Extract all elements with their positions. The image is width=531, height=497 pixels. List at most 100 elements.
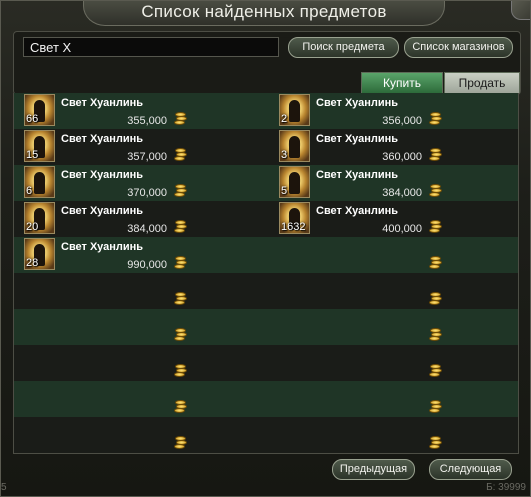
item-icon: 66 — [24, 94, 55, 126]
coin-piece — [430, 400, 441, 405]
listing-row: 20 Свет Хуанлинь 384,000 1632 Свет Хуанлинь 4… — [14, 201, 518, 237]
shops-list-button[interactable]: Список магазинов — [404, 37, 513, 58]
item-quantity: 1632 — [281, 221, 306, 233]
item-quantity: 20 — [26, 221, 39, 233]
gold-coin-icon — [429, 292, 442, 306]
item-name: Свет Хуанлинь — [61, 133, 144, 145]
listing-row: 6 Свет Хуанлинь 370,000 5 Свет Хуанлинь 384,0… — [14, 165, 518, 201]
coin-piece — [430, 436, 441, 441]
gold-coin-icon — [174, 148, 187, 162]
listing-row — [14, 309, 518, 345]
listing-cell — [269, 381, 518, 417]
gold-coin-icon — [174, 436, 187, 450]
item-icon: 28 — [24, 238, 55, 270]
item-name: Свет Хуанлинь — [61, 205, 144, 217]
item-name: Свет Хуанлинь — [61, 169, 144, 181]
footer-right-text: Б: 39999 — [486, 482, 526, 493]
footer-left-text: 5 — [1, 482, 7, 493]
coin-piece — [175, 148, 186, 153]
item-icon: 5 — [279, 166, 310, 198]
gold-coin-icon — [174, 364, 187, 378]
item-figure — [289, 100, 300, 122]
listing-cell[interactable]: 1632 Свет Хуанлинь 400,000 — [269, 201, 518, 237]
item-icon: 3 — [279, 130, 310, 162]
coin-piece — [175, 256, 186, 261]
item-quantity: 28 — [26, 257, 39, 269]
item-quantity: 6 — [26, 185, 33, 197]
item-icon: 20 — [24, 202, 55, 234]
gold-coin-icon — [174, 400, 187, 414]
window-title: Список найденных предметов — [83, 1, 445, 26]
coin-piece — [175, 184, 186, 189]
listing-cell — [14, 309, 267, 345]
tab-buy[interactable]: Купить — [361, 72, 443, 93]
coin-piece — [430, 184, 441, 189]
coin-piece — [175, 436, 186, 441]
listing-cell[interactable]: 3 Свет Хуанлинь 360,000 — [269, 129, 518, 165]
coin-piece — [175, 112, 186, 117]
coin-piece — [430, 364, 441, 369]
item-quantity: 2 — [281, 113, 288, 125]
listing-cell — [14, 381, 267, 417]
gold-coin-icon — [429, 112, 442, 126]
listing-row: 28 Свет Хуанлинь 990,000 — [14, 237, 518, 273]
listing-row: 66 Свет Хуанлинь 355,000 2 Свет Хуанлинь 356,… — [14, 93, 518, 129]
item-price: 356,000 — [382, 115, 422, 127]
close-icon[interactable] — [511, 1, 530, 20]
coin-piece — [175, 292, 186, 297]
item-price: 400,000 — [382, 223, 422, 235]
coin-piece — [430, 292, 441, 297]
item-search-window: Список найденных предметов Поиск предмет… — [0, 0, 531, 497]
listing-cell[interactable]: 15 Свет Хуанлинь 357,000 — [14, 129, 267, 165]
gold-coin-icon — [174, 328, 187, 342]
tab-sell[interactable]: Продать — [444, 72, 520, 93]
gold-coin-icon — [174, 184, 187, 198]
coin-piece — [175, 328, 186, 333]
listings-list: 66 Свет Хуанлинь 355,000 2 Свет Хуанлинь 356,… — [13, 93, 519, 454]
gold-coin-icon — [429, 364, 442, 378]
item-price: 357,000 — [127, 151, 167, 163]
gold-coin-icon — [429, 256, 442, 270]
coin-piece — [175, 220, 186, 225]
search-item-button[interactable]: Поиск предмета — [288, 37, 399, 58]
listing-row — [14, 273, 518, 309]
listing-cell[interactable]: 5 Свет Хуанлинь 384,000 — [269, 165, 518, 201]
coin-piece — [430, 220, 441, 225]
item-name: Свет Хуанлинь — [61, 241, 144, 253]
listing-cell[interactable]: 20 Свет Хуанлинь 384,000 — [14, 201, 267, 237]
listing-cell — [269, 417, 518, 453]
coin-piece — [430, 328, 441, 333]
gold-coin-icon — [429, 184, 442, 198]
gold-coin-icon — [174, 292, 187, 306]
listing-cell — [269, 345, 518, 381]
coin-piece — [430, 256, 441, 261]
item-icon: 6 — [24, 166, 55, 198]
item-name: Свет Хуанлинь — [316, 97, 399, 109]
listing-cell — [269, 309, 518, 345]
listing-cell[interactable]: 2 Свет Хуанлинь 356,000 — [269, 93, 518, 129]
item-figure — [34, 172, 45, 194]
listing-row — [14, 417, 518, 453]
coin-piece — [175, 400, 186, 405]
prev-page-button[interactable]: Предыдущая — [332, 459, 415, 480]
item-quantity: 66 — [26, 113, 39, 125]
item-price: 370,000 — [127, 187, 167, 199]
item-quantity: 5 — [281, 185, 288, 197]
search-input[interactable] — [23, 37, 279, 57]
listing-row: 15 Свет Хуанлинь 357,000 3 Свет Хуанлинь 360,… — [14, 129, 518, 165]
listing-cell[interactable]: 66 Свет Хуанлинь 355,000 — [14, 93, 267, 129]
gold-coin-icon — [429, 328, 442, 342]
listing-cell[interactable]: 6 Свет Хуанлинь 370,000 — [14, 165, 267, 201]
gold-coin-icon — [429, 220, 442, 234]
gold-coin-icon — [174, 256, 187, 270]
item-quantity: 3 — [281, 149, 288, 161]
gold-coin-icon — [429, 400, 442, 414]
item-icon: 1632 — [279, 202, 310, 234]
listing-cell[interactable]: 28 Свет Хуанлинь 990,000 — [14, 237, 267, 273]
coin-piece — [175, 364, 186, 369]
next-page-button[interactable]: Следующая — [429, 459, 512, 480]
coin-piece — [430, 148, 441, 153]
item-quantity: 15 — [26, 149, 39, 161]
item-figure — [289, 136, 300, 158]
listing-cell — [269, 273, 518, 309]
